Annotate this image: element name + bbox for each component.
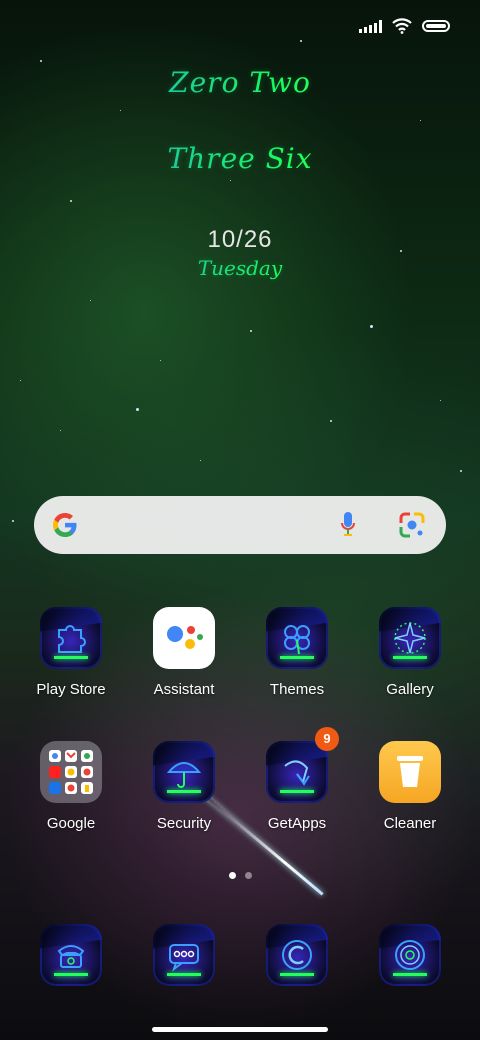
- camera-icon: [379, 924, 441, 986]
- dock-phone[interactable]: [15, 924, 127, 986]
- app-label: Themes: [269, 681, 325, 698]
- app-gallery[interactable]: Gallery: [354, 607, 466, 698]
- app-assistant[interactable]: Assistant: [128, 607, 240, 698]
- browser-icon: [266, 924, 328, 986]
- app-security[interactable]: Security: [128, 741, 240, 832]
- folder-google[interactable]: Google: [15, 741, 127, 832]
- clock-minutes[interactable]: Three Six: [0, 142, 480, 175]
- google-folder-icon: [40, 741, 102, 803]
- app-label: Assistant: [153, 681, 215, 698]
- app-label: Security: [156, 815, 212, 832]
- app-play-store[interactable]: Play Store: [15, 607, 127, 698]
- dock-messages[interactable]: [128, 924, 240, 986]
- clock-weekday[interactable]: Tuesday: [0, 256, 480, 280]
- wifi-icon: [392, 18, 412, 34]
- assistant-icon: [153, 607, 215, 669]
- status-bar: [359, 18, 450, 34]
- signal-icon: [359, 19, 382, 33]
- notification-badge: 9: [315, 727, 339, 751]
- lens-icon[interactable]: [398, 511, 426, 539]
- mic-icon[interactable]: [340, 510, 356, 540]
- app-cleaner[interactable]: Cleaner: [354, 741, 466, 832]
- trash-icon: [379, 741, 441, 803]
- puzzle-icon: [40, 607, 102, 669]
- app-themes[interactable]: Themes: [241, 607, 353, 698]
- battery-icon: [422, 20, 450, 32]
- umbrella-icon: [153, 741, 215, 803]
- app-label: Gallery: [386, 681, 434, 698]
- compass-star-icon: [379, 607, 441, 669]
- app-label: Cleaner: [383, 815, 437, 832]
- page-dot-1[interactable]: [228, 872, 236, 879]
- dock-browser[interactable]: [241, 924, 353, 986]
- clock-hours[interactable]: Zero Two: [0, 66, 480, 99]
- clover-icon: [266, 607, 328, 669]
- clock-date[interactable]: 10/26: [0, 226, 480, 254]
- messages-icon: [153, 924, 215, 986]
- getapps-icon: [266, 741, 328, 803]
- app-label: Google: [46, 815, 96, 832]
- app-label: GetApps: [267, 815, 327, 832]
- google-g-icon: [53, 513, 77, 537]
- dock-camera[interactable]: [354, 924, 466, 986]
- app-label: Play Store: [36, 681, 106, 698]
- app-getapps[interactable]: 9 GetApps: [241, 727, 353, 832]
- home-indicator[interactable]: [152, 1027, 328, 1032]
- page-indicator: [0, 872, 480, 879]
- google-search-bar[interactable]: [34, 496, 446, 554]
- phone-icon: [40, 924, 102, 986]
- page-dot-2[interactable]: [244, 872, 252, 879]
